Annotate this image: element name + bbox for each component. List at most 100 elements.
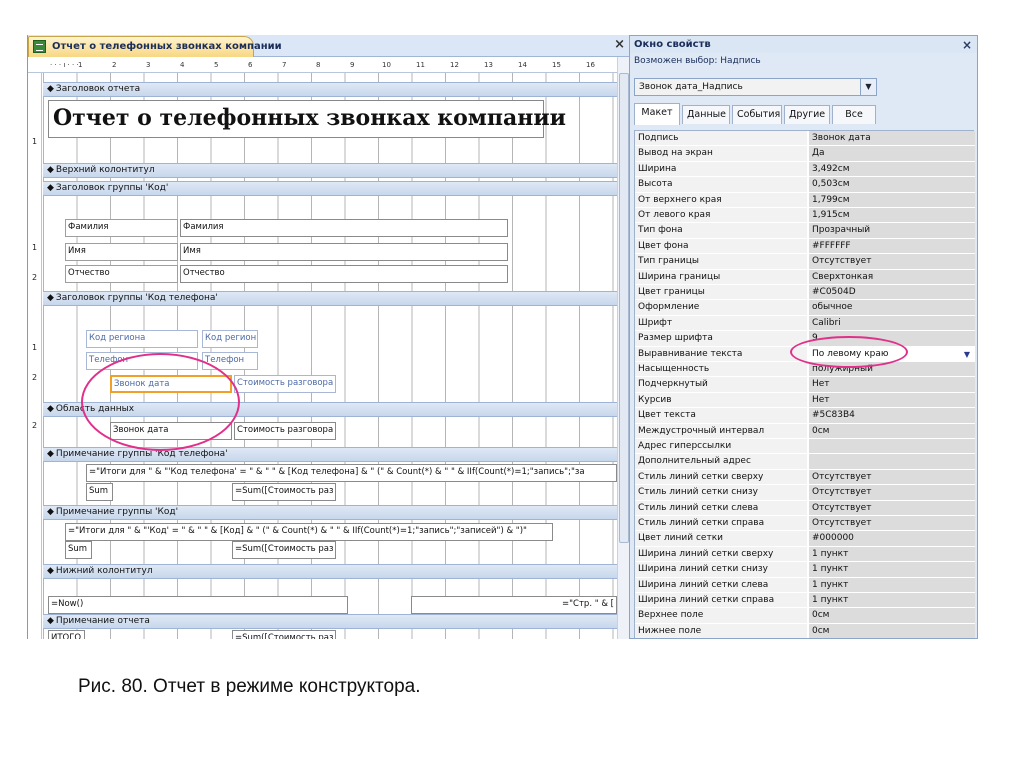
- property-row[interactable]: Стиль линий сетки снизу Отсутствует: [635, 485, 975, 501]
- property-value[interactable]: Сверхтонкая: [809, 269, 975, 285]
- property-row[interactable]: Стиль линий сетки слева Отсутствует: [635, 500, 975, 516]
- property-value[interactable]: полужирный: [809, 362, 975, 378]
- tab-all[interactable]: Все: [832, 105, 876, 124]
- region-code-label[interactable]: Код региона: [86, 330, 198, 348]
- property-value[interactable]: Да: [809, 146, 975, 162]
- property-row[interactable]: От левого края 1,915см: [635, 208, 975, 224]
- property-value[interactable]: Отсутствует: [809, 516, 975, 532]
- name-field[interactable]: Имя: [180, 243, 508, 261]
- property-row[interactable]: Размер шрифта 9: [635, 331, 975, 347]
- property-row[interactable]: Подпись Звонок дата: [635, 131, 975, 147]
- page-number-field[interactable]: ="Стр. " & [: [411, 596, 617, 614]
- property-row[interactable]: Насыщенность полужирный: [635, 362, 975, 378]
- band-detail[interactable]: ◆ Область данных: [43, 402, 617, 417]
- property-row[interactable]: Ширина линий сетки сверху 1 пункт: [635, 546, 975, 563]
- property-value[interactable]: 0см: [809, 608, 975, 624]
- tab-layout[interactable]: Макет: [634, 103, 680, 125]
- property-row[interactable]: Тип границы Отсутствует: [635, 254, 975, 270]
- cost-field[interactable]: Стоимость разговора: [234, 422, 336, 440]
- code-sum-field[interactable]: =Sum([Стоимость раз: [232, 541, 336, 559]
- scrollbar-thumb[interactable]: [619, 73, 629, 543]
- property-row[interactable]: Верхнее поле 0см: [635, 608, 975, 624]
- property-value[interactable]: По левому краю: [809, 346, 975, 362]
- property-row[interactable]: Выравнивание текста По левому краю ▼: [635, 346, 975, 362]
- property-row[interactable]: Ширина линий сетки слева 1 пункт: [635, 577, 975, 593]
- vertical-scrollbar[interactable]: [617, 57, 629, 639]
- property-value[interactable]: #000000: [809, 531, 975, 547]
- sum-label[interactable]: Sum: [86, 483, 113, 501]
- property-row[interactable]: Цвет фона #FFFFFF: [635, 238, 975, 255]
- property-row[interactable]: Высота 0,503см: [635, 177, 975, 193]
- property-value[interactable]: 9: [809, 331, 975, 347]
- property-value[interactable]: Звонок дата: [809, 131, 975, 147]
- property-row[interactable]: Вывод на экран Да: [635, 146, 975, 162]
- property-row[interactable]: Стиль линий сетки сверху Отсутствует: [635, 469, 975, 486]
- property-value[interactable]: [809, 439, 975, 455]
- property-row[interactable]: Цвет границы #C0504D: [635, 285, 975, 301]
- property-row[interactable]: От верхнего края 1,799см: [635, 192, 975, 208]
- band-page-footer[interactable]: ◆ Нижний колонтитул: [43, 564, 617, 579]
- patronymic-label[interactable]: Отчество: [65, 265, 178, 283]
- property-row[interactable]: Адрес гиперссылки: [635, 439, 975, 455]
- property-value[interactable]: 1,799см: [809, 192, 975, 208]
- property-row[interactable]: Цвет линий сетки #000000: [635, 531, 975, 547]
- object-selector-combo[interactable]: Звонок дата_Надпись ▼: [634, 78, 877, 96]
- tab-data[interactable]: Данные: [682, 105, 730, 124]
- now-field[interactable]: =Now(): [48, 596, 348, 614]
- property-row[interactable]: Ширина 3,492см: [635, 161, 975, 178]
- property-value[interactable]: 1 пункт: [809, 577, 975, 593]
- property-value[interactable]: Нет: [809, 392, 975, 409]
- close-property-sheet-button[interactable]: ×: [962, 38, 972, 52]
- band-group-header-phone[interactable]: ◆ Заголовок группы 'Код телефона': [43, 291, 617, 306]
- total-label[interactable]: ИТОГО: [48, 630, 85, 639]
- total-sum-field[interactable]: =Sum([Стоимость раз: [232, 630, 336, 639]
- property-value[interactable]: 1,915см: [809, 208, 975, 224]
- phone-field[interactable]: Телефон: [202, 352, 258, 370]
- property-row[interactable]: Стиль линий сетки справа Отсутствует: [635, 516, 975, 532]
- tab-other[interactable]: Другие: [784, 105, 830, 124]
- cost-label[interactable]: Стоимость разговора: [234, 375, 336, 393]
- property-row[interactable]: Цвет текста #5C83B4: [635, 408, 975, 424]
- phone-label[interactable]: Телефон: [86, 352, 198, 370]
- call-date-field[interactable]: Звонок дата: [110, 422, 232, 440]
- call-date-label-selected[interactable]: Звонок дата: [110, 375, 232, 393]
- sum-label[interactable]: Sum: [65, 541, 92, 559]
- patronymic-field[interactable]: Отчество: [180, 265, 508, 283]
- close-document-button[interactable]: ×: [614, 37, 625, 52]
- band-page-header[interactable]: ◆ Верхний колонтитул: [43, 163, 617, 178]
- property-value[interactable]: Прозрачный: [809, 223, 975, 239]
- property-value[interactable]: Отсутствует: [809, 485, 975, 501]
- region-code-field[interactable]: Код регион: [202, 330, 258, 348]
- name-label[interactable]: Имя: [65, 243, 178, 261]
- property-value[interactable]: обычное: [809, 300, 975, 316]
- property-row[interactable]: Междустрочный интервал 0см: [635, 423, 975, 439]
- property-value[interactable]: #FFFFFF: [809, 238, 975, 255]
- property-value[interactable]: Отсутствует: [809, 254, 975, 270]
- band-group-footer-code[interactable]: ◆ Примечание группы 'Код': [43, 505, 617, 520]
- phone-sum-field[interactable]: =Sum([Стоимость раз: [232, 483, 336, 501]
- property-value[interactable]: 0см: [809, 423, 975, 439]
- property-value[interactable]: #5C83B4: [809, 408, 975, 424]
- property-row[interactable]: Шрифт Calibri: [635, 315, 975, 332]
- property-row[interactable]: Тип фона Прозрачный: [635, 223, 975, 239]
- property-value[interactable]: 1 пункт: [809, 562, 975, 578]
- property-value[interactable]: 1 пункт: [809, 546, 975, 563]
- property-value[interactable]: Нет: [809, 377, 975, 393]
- property-value[interactable]: 0,503см: [809, 177, 975, 193]
- property-row[interactable]: Дополнительный адрес: [635, 454, 975, 470]
- band-report-footer[interactable]: ◆ Примечание отчета: [43, 614, 617, 629]
- chevron-down-icon[interactable]: ▼: [960, 347, 974, 362]
- property-value[interactable]: Calibri: [809, 315, 975, 332]
- property-row[interactable]: Курсив Нет: [635, 392, 975, 409]
- phone-summary-expression[interactable]: ="Итоги для " & "'Код телефона' = " & " …: [86, 464, 617, 482]
- band-group-header-code[interactable]: ◆ Заголовок группы 'Код': [43, 181, 617, 196]
- property-value[interactable]: #C0504D: [809, 285, 975, 301]
- chevron-down-icon[interactable]: ▼: [860, 79, 876, 95]
- tab-events[interactable]: События: [732, 105, 782, 124]
- property-row[interactable]: Ширина границы Сверхтонкая: [635, 269, 975, 285]
- property-row[interactable]: Подчеркнутый Нет: [635, 377, 975, 393]
- property-row[interactable]: Ширина линий сетки снизу 1 пункт: [635, 562, 975, 578]
- lastname-label[interactable]: Фамилия: [65, 219, 178, 237]
- property-value[interactable]: 0см: [809, 623, 975, 638]
- band-report-header[interactable]: ◆ Заголовок отчета: [43, 82, 617, 97]
